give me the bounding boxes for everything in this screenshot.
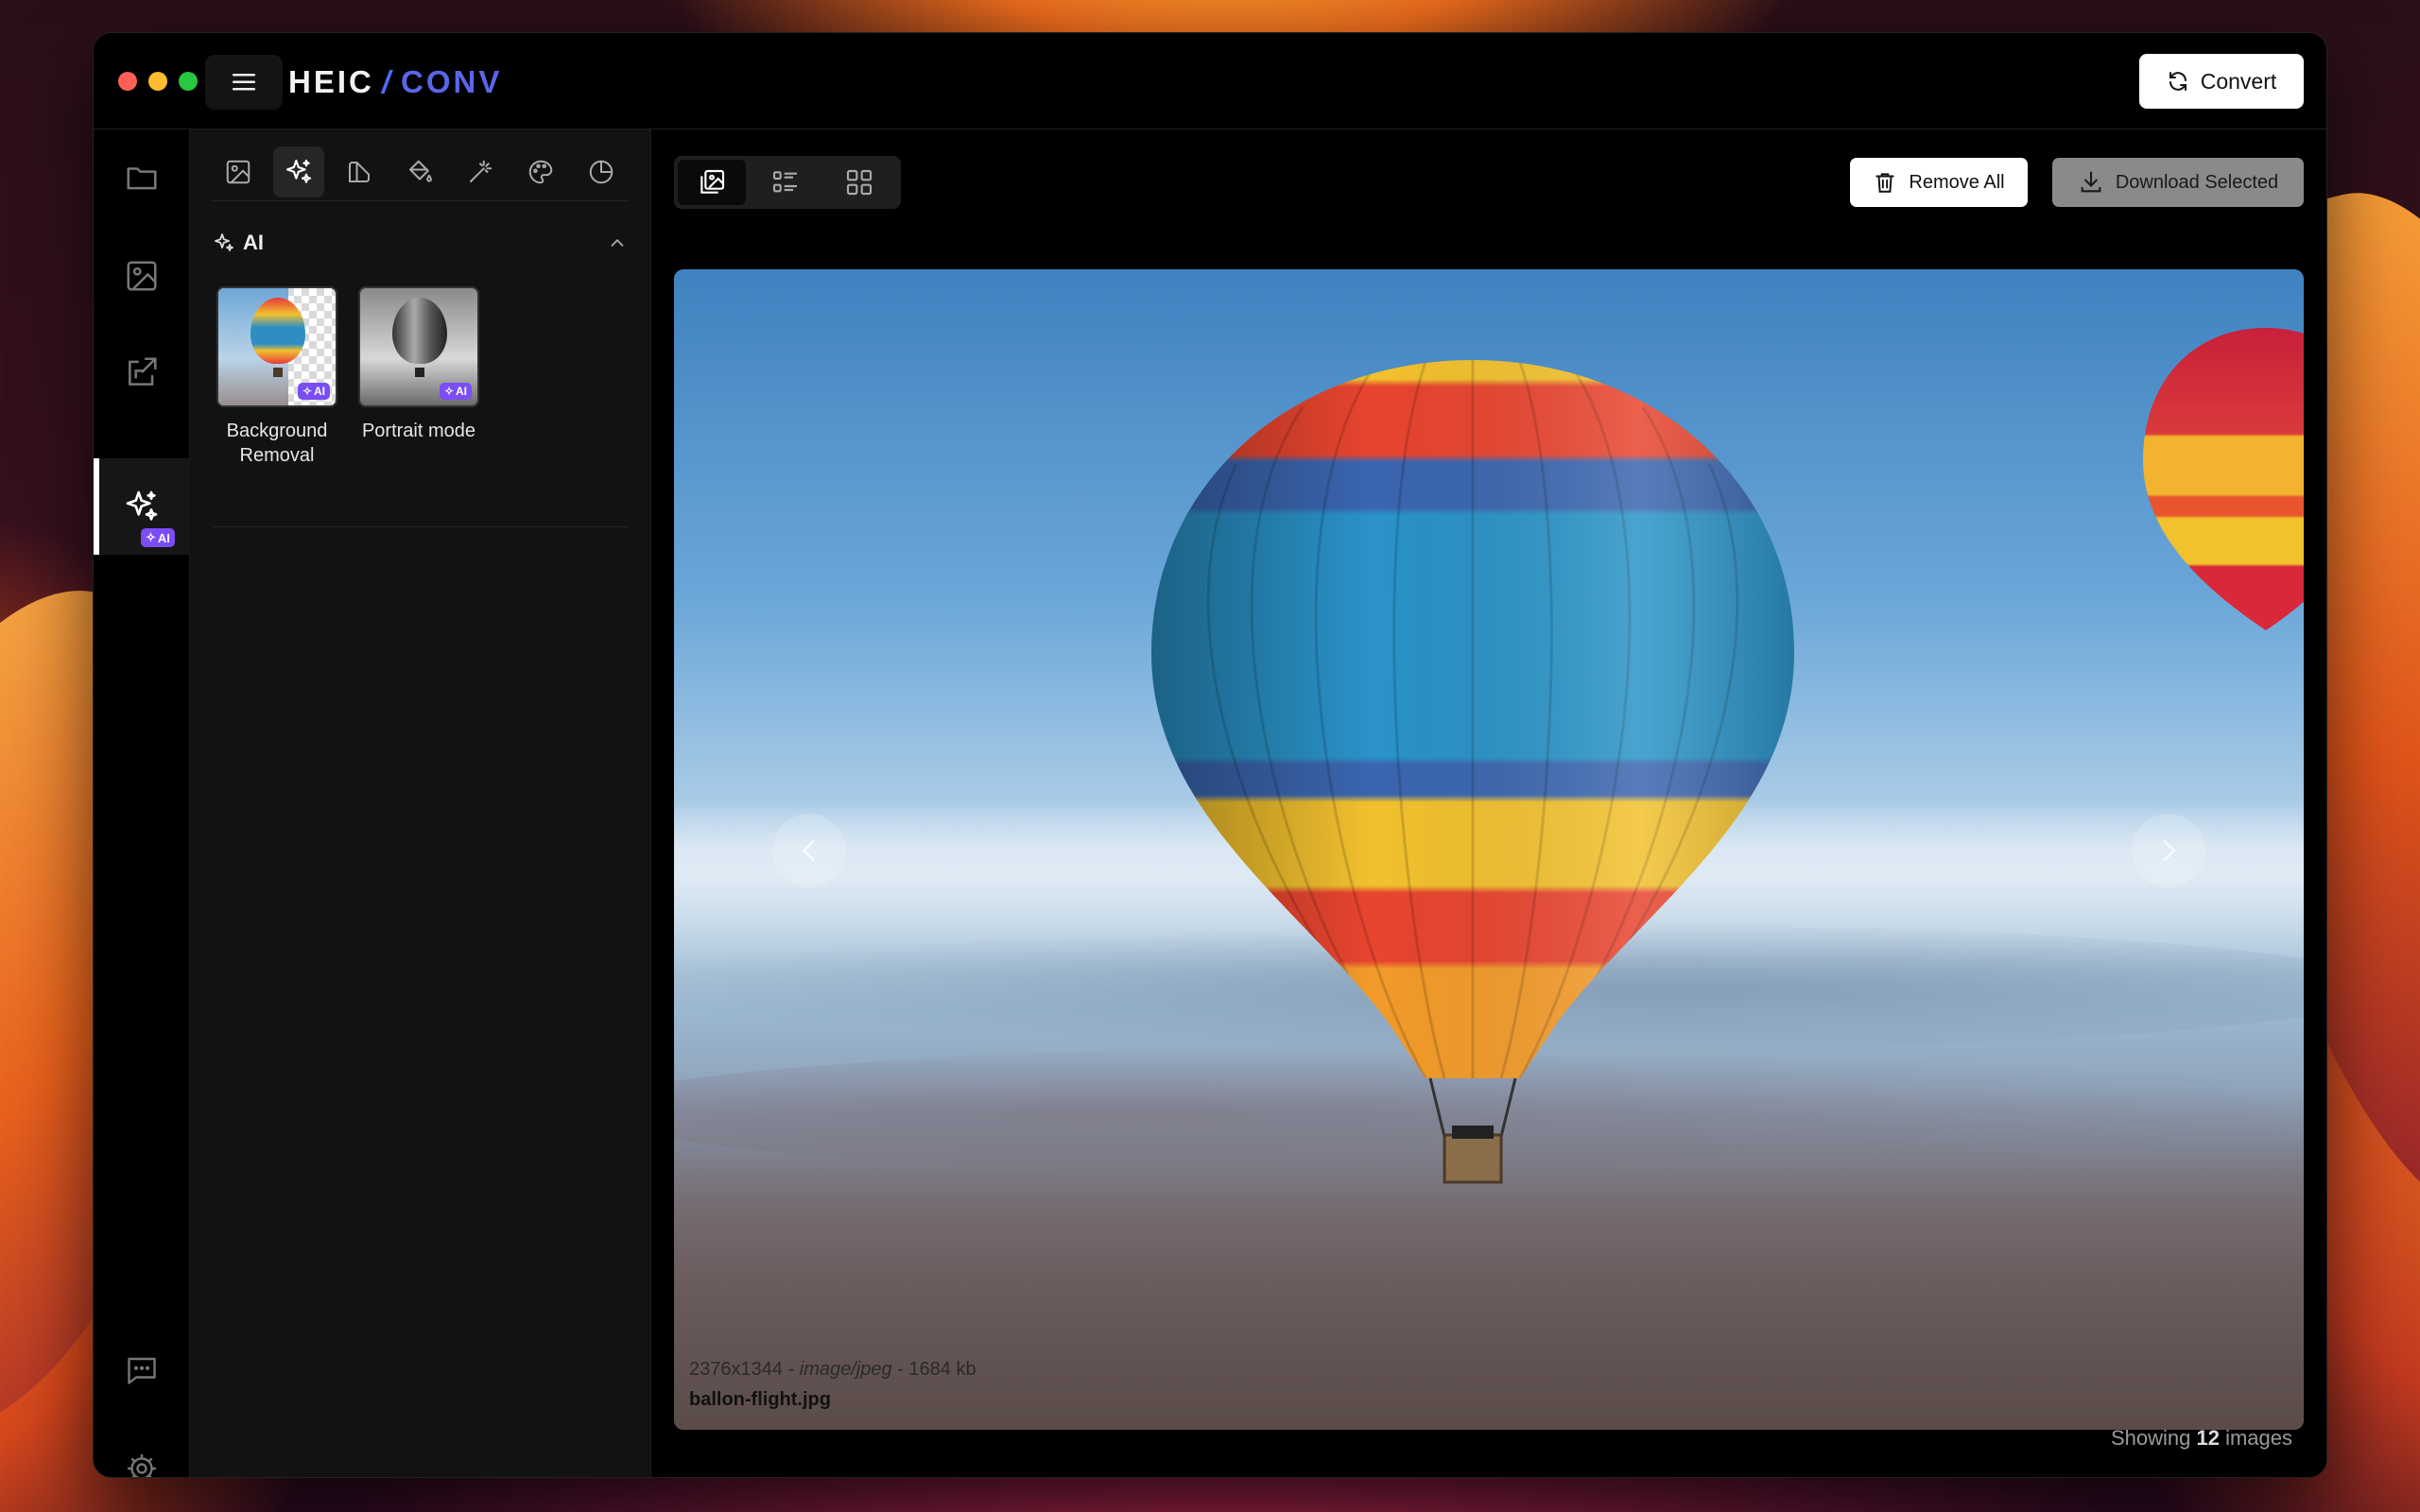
ai-section-title: AI [213,231,264,255]
pie-chart-icon [589,160,614,183]
download-icon [2081,171,2101,193]
logo-right: CONV [401,64,503,99]
tool-magic[interactable] [455,146,506,198]
hot-air-balloon-image [1151,360,1794,1184]
gear-icon [128,1454,156,1477]
ai-badge: ✧ AI [439,383,472,400]
tool-fill[interactable] [394,146,445,198]
background-removal-thumbnail: ✧ AI [216,286,337,407]
tools-panel: AI ✧ AI Background Removal ✧ AI Portrait… [190,129,651,1477]
title-bar: HEIC / CONV Convert [94,33,2326,129]
chevron-up-icon[interactable] [607,232,628,253]
minimize-window-button[interactable] [148,72,167,91]
ai-sparkle-icon [215,233,233,251]
paint-bucket-icon [409,160,432,182]
rail-item-settings[interactable] [94,1420,190,1477]
download-selected-button[interactable]: Download Selected [2052,158,2304,207]
card-label: Portrait mode [361,421,476,441]
tool-image[interactable] [213,146,264,198]
portrait-mode-thumbnail: ✧ AI [358,286,479,407]
image-filename: ballon-flight.jpg [689,1389,831,1410]
image-metadata: 2376x1344 - image/jpeg - 1684 kb [689,1359,977,1380]
rail-item-resize[interactable] [94,324,190,421]
resize-icon [129,357,157,386]
view-list-button[interactable] [752,160,820,205]
rail-item-ai[interactable]: ✧ AI [94,458,190,555]
tool-chart[interactable] [576,146,627,198]
convert-label: Convert [2200,68,2277,94]
convert-button[interactable]: Convert [2139,54,2304,109]
list-view-icon [772,171,797,193]
card-background-removal[interactable]: ✧ AI Background Removal [216,286,337,468]
magic-wand-icon [470,160,493,182]
refresh-icon [2169,72,2187,91]
hamburger-menu-button[interactable] [205,55,283,110]
card-portrait-mode[interactable]: ✧ AI Portrait mode [358,286,479,468]
card-label: Background Removal [226,421,328,466]
rail-item-files[interactable] [94,129,190,226]
image-viewer: 2376x1344 - image/jpeg - 1684 kb ballon-… [674,269,2304,1430]
palette-icon [528,160,553,183]
view-grid-button[interactable] [825,160,893,205]
tool-crop[interactable] [334,146,385,198]
second-balloon-image [2143,328,2304,630]
image-icon [226,160,251,183]
grid-view-icon [846,169,873,196]
app-window: HEIC / CONV Convert ✧ AI AI ✧ AI Backgro… [93,32,2327,1478]
logo-left: HEIC [288,64,374,99]
chat-icon [128,1357,156,1384]
tool-ai[interactable] [273,146,324,198]
window-controls [118,72,198,91]
panel-divider [213,526,628,527]
image-icon [127,261,157,291]
left-rail: ✧ AI [94,129,190,1477]
view-mode-toggle [674,156,901,209]
trash-icon [1876,173,1895,193]
view-single-button[interactable] [678,160,746,205]
image-count-status: Showing 12 images [2110,1426,2292,1450]
tool-color[interactable] [515,146,566,198]
ai-tool-cards: ✧ AI Background Removal ✧ AI Portrait mode [216,286,479,468]
rail-item-images[interactable] [94,228,190,324]
previous-image-button[interactable] [772,814,846,887]
ai-badge: ✧ AI [141,528,175,547]
ai-section-header[interactable]: AI [213,224,628,262]
ai-sparkle-icon [126,490,158,521]
crop-icon [349,161,370,182]
zoom-window-button[interactable] [179,72,198,91]
ai-sparkle-icon [285,159,312,183]
tool-tabs [213,143,628,201]
next-image-button[interactable] [2132,814,2205,887]
remove-all-button[interactable]: Remove All [1850,158,2028,207]
rail-item-feedback[interactable] [94,1322,190,1418]
hamburger-icon [233,74,255,91]
close-window-button[interactable] [118,72,137,91]
chevron-right-icon [2163,839,2176,862]
app-logo: HEIC / CONV [288,61,502,103]
chevron-left-icon [802,839,815,862]
logo-slash: / [381,64,394,99]
folder-icon [127,167,157,190]
ai-badge: ✧ AI [297,383,330,400]
single-view-icon [700,169,725,194]
main-area: Remove All Download Selected 2376x1344 -… [651,129,2326,1477]
